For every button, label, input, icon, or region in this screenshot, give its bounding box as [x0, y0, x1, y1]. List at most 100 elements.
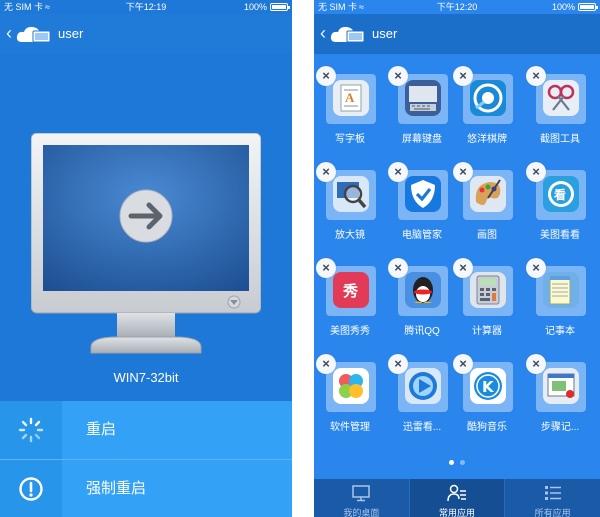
shield-icon [405, 176, 441, 212]
remove-app-button[interactable]: × [526, 258, 546, 278]
remove-app-button[interactable]: × [388, 162, 408, 182]
steps-recorder-icon [543, 368, 579, 404]
apps-screen: 无 SIM 卡 ≈ 下午12:20 100% ‹ user A × 写字板 × 屏幕键盘 ×… [314, 0, 600, 517]
alert-icon [19, 477, 43, 501]
force-restart-button[interactable]: 强制重启 [0, 459, 292, 517]
kugou-icon: K [470, 368, 506, 404]
app-item[interactable]: A × 写字板 [316, 66, 378, 150]
app-label: 步骤记... [540, 422, 580, 433]
calculator-icon [470, 272, 506, 308]
remove-app-button[interactable]: × [453, 66, 473, 86]
snipping-icon [543, 80, 579, 116]
page-dot[interactable] [460, 460, 465, 465]
svg-text:A: A [345, 90, 355, 105]
app-item[interactable]: 看 × 美图看看 [526, 162, 588, 246]
remove-app-button[interactable]: × [388, 66, 408, 86]
remove-app-button[interactable]: × [526, 354, 546, 374]
remove-app-button[interactable]: × [526, 162, 546, 182]
app-label: 截图工具 [540, 134, 580, 145]
remove-app-button[interactable]: × [388, 258, 408, 278]
app-label: 酷狗音乐 [467, 422, 507, 433]
desktop-icon [352, 485, 371, 502]
app-item[interactable]: × 画图 [453, 162, 515, 246]
app-item[interactable]: × 截图工具 [526, 66, 588, 150]
meitu-icon: 秀 [333, 272, 369, 308]
nav-bar: ‹ user [314, 14, 600, 54]
restart-icon [18, 417, 44, 443]
tab-all-apps[interactable]: 所有应用 [505, 479, 600, 517]
app-item[interactable]: × 计算器 [453, 258, 515, 342]
app-item[interactable]: × 电脑管家 [388, 162, 450, 246]
app-item[interactable]: × 步骤记... [526, 354, 588, 438]
notepad-icon [543, 272, 579, 308]
remove-app-button[interactable]: × [453, 354, 473, 374]
remove-app-button[interactable]: × [453, 258, 473, 278]
app-label: 美图看看 [540, 230, 580, 241]
app-item[interactable]: × 腾讯QQ [388, 258, 450, 342]
app-label: 放大镜 [335, 230, 365, 241]
tab-my-desktop[interactable]: 我的桌面 [314, 479, 410, 517]
cloud-icon [330, 26, 365, 43]
viewer-icon: 看 [543, 176, 579, 212]
app-item[interactable]: × 记事本 [526, 258, 588, 342]
app-label: 写字板 [335, 134, 365, 145]
svg-text:秀: 秀 [342, 282, 359, 300]
software-manager-icon [333, 368, 369, 404]
status-bar: 无 SIM 卡 ≈ 下午12:20 100% [314, 0, 600, 14]
force-restart-label: 强制重启 [86, 480, 147, 497]
tab-label: 所有应用 [534, 508, 571, 517]
wordpad-icon: A [333, 80, 369, 116]
remove-app-button[interactable]: × [316, 354, 336, 374]
svg-text:K: K [482, 378, 495, 396]
tab-label: 我的桌面 [343, 508, 380, 517]
remote-desktop-monitor[interactable] [31, 133, 261, 359]
app-item[interactable]: K × 酷狗音乐 [453, 354, 515, 438]
user-list-icon [447, 484, 466, 502]
keyboard-icon [405, 80, 441, 116]
battery-icon [578, 3, 598, 11]
back-chevron-icon[interactable]: ‹ [6, 24, 12, 42]
app-label: 画图 [477, 230, 497, 241]
remove-app-button[interactable]: × [526, 66, 546, 86]
app-item[interactable]: × 迅雷看... [388, 354, 450, 438]
nav-bar: ‹ user [0, 14, 292, 54]
app-label: 记事本 [545, 326, 575, 337]
list-icon [544, 486, 561, 500]
restart-button[interactable]: 重启 [0, 401, 292, 459]
app-label: 美图秀秀 [330, 326, 370, 337]
desktop-screen: 无 SIM 卡 ≈ 下午12:19 100% ‹ user WIN7-32bit… [0, 0, 292, 517]
remove-app-button[interactable]: × [316, 66, 336, 86]
app-label: 悠洋棋牌 [467, 134, 507, 145]
tab-bar: 我的桌面 常用应用 所有应用 [314, 479, 600, 517]
qq-icon [405, 272, 441, 308]
app-item[interactable]: × 软件管理 [316, 354, 378, 438]
app-item[interactable]: 秀 × 美图秀秀 [316, 258, 378, 342]
paint-icon [470, 176, 506, 212]
nav-title: user [58, 26, 84, 41]
battery-percent: 100% [551, 2, 575, 12]
tab-label: 常用应用 [439, 508, 476, 517]
nav-title: user [372, 26, 398, 41]
app-item[interactable]: × 放大镜 [316, 162, 378, 246]
tab-common-apps[interactable]: 常用应用 [409, 479, 506, 517]
game-icon [470, 80, 506, 116]
battery-percent: 100% [243, 2, 267, 12]
os-label: WIN7-32bit [113, 370, 179, 385]
cloud-icon [16, 26, 51, 43]
app-item[interactable]: × 悠洋棋牌 [453, 66, 515, 150]
page-dot[interactable] [449, 460, 454, 465]
remove-app-button[interactable]: × [316, 162, 336, 182]
back-chevron-icon[interactable]: ‹ [320, 24, 326, 42]
remove-app-button[interactable]: × [316, 258, 336, 278]
restart-label: 重启 [86, 421, 117, 438]
status-bar: 无 SIM 卡 ≈ 下午12:19 100% [0, 0, 292, 14]
xunlei-icon [405, 368, 441, 404]
page-indicator [314, 460, 600, 465]
app-label: 软件管理 [330, 422, 370, 433]
magnifier-icon [333, 176, 369, 212]
remove-app-button[interactable]: × [453, 162, 473, 182]
battery-icon [270, 3, 290, 11]
app-item[interactable]: × 屏幕键盘 [388, 66, 450, 150]
remove-app-button[interactable]: × [388, 354, 408, 374]
app-label: 计算器 [472, 326, 502, 337]
